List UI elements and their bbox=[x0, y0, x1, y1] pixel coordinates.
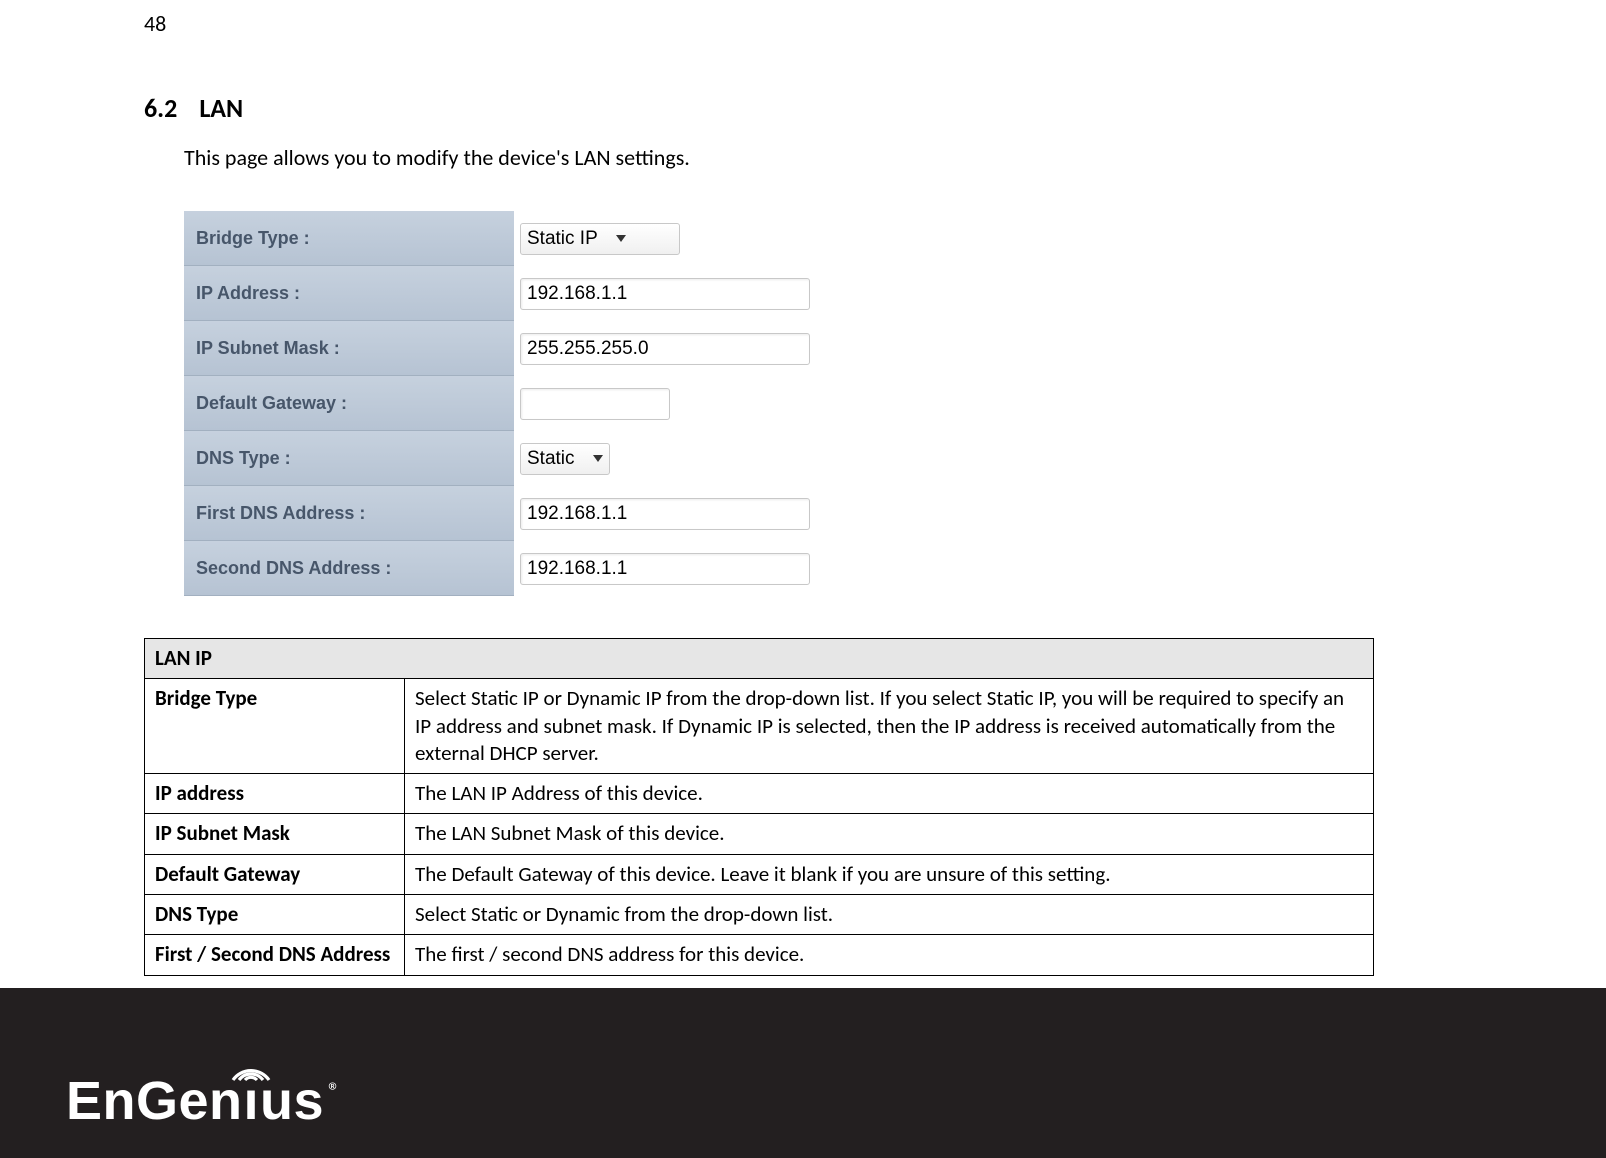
engenius-logo: EnGen ı us ® bbox=[66, 1070, 340, 1132]
row-second-dns: Second DNS Address : bbox=[184, 541, 834, 596]
table-label: IP Subnet Mask bbox=[145, 814, 405, 854]
table-desc: Select Static or Dynamic from the drop-d… bbox=[405, 895, 1374, 935]
table-label: First / Second DNS Address bbox=[145, 935, 405, 975]
label-first-dns: First DNS Address : bbox=[184, 486, 514, 541]
registered-mark: ® bbox=[328, 1077, 340, 1106]
row-subnet-mask: IP Subnet Mask : bbox=[184, 321, 834, 376]
bridge-type-value: Static IP bbox=[527, 228, 598, 250]
label-default-gateway: Default Gateway : bbox=[184, 376, 514, 431]
dns-type-value: Static bbox=[527, 448, 575, 470]
chevron-down-icon bbox=[616, 235, 626, 242]
table-desc: The Default Gateway of this device. Leav… bbox=[405, 854, 1374, 894]
page-footer: EnGen ı us ® bbox=[0, 988, 1606, 1158]
table-row: IP address The LAN IP Address of this de… bbox=[145, 774, 1374, 814]
table-row: First / Second DNS Address The first / s… bbox=[145, 935, 1374, 975]
row-default-gateway: Default Gateway : bbox=[184, 376, 834, 431]
table-header-row: LAN IP bbox=[145, 639, 1374, 679]
label-second-dns: Second DNS Address : bbox=[184, 541, 514, 596]
table-row: Bridge Type Select Static IP or Dynamic … bbox=[145, 679, 1374, 774]
table-desc: Select Static IP or Dynamic IP from the … bbox=[405, 679, 1374, 774]
table-label: Bridge Type bbox=[145, 679, 405, 774]
bridge-type-select[interactable]: Static IP bbox=[520, 223, 680, 255]
table-header: LAN IP bbox=[145, 639, 1374, 679]
section-heading: 6.2 LAN bbox=[144, 92, 1374, 124]
table-label: Default Gateway bbox=[145, 854, 405, 894]
default-gateway-input[interactable] bbox=[520, 388, 670, 420]
second-dns-input[interactable] bbox=[520, 553, 810, 585]
table-label: IP address bbox=[145, 774, 405, 814]
label-subnet-mask: IP Subnet Mask : bbox=[184, 321, 514, 376]
table-row: DNS Type Select Static or Dynamic from t… bbox=[145, 895, 1374, 935]
section-number: 6.2 bbox=[144, 92, 177, 124]
table-row: Default Gateway The Default Gateway of t… bbox=[145, 854, 1374, 894]
label-ip-address: IP Address : bbox=[184, 266, 514, 321]
page-number: 48 bbox=[144, 10, 166, 37]
intro-text: This page allows you to modify the devic… bbox=[144, 144, 1374, 171]
row-bridge-type: Bridge Type : Static IP bbox=[184, 211, 834, 266]
row-dns-type: DNS Type : Static bbox=[184, 431, 834, 486]
subnet-mask-input[interactable] bbox=[520, 333, 810, 365]
first-dns-input[interactable] bbox=[520, 498, 810, 530]
section-title: LAN bbox=[199, 92, 243, 124]
table-desc: The LAN Subnet Mask of this device. bbox=[405, 814, 1374, 854]
label-dns-type: DNS Type : bbox=[184, 431, 514, 486]
ip-address-input[interactable] bbox=[520, 278, 810, 310]
logo-text: EnGen ı us bbox=[66, 1070, 324, 1132]
label-bridge-type: Bridge Type : bbox=[184, 211, 514, 266]
table-row: IP Subnet Mask The LAN Subnet Mask of th… bbox=[145, 814, 1374, 854]
lan-ip-table: LAN IP Bridge Type Select Static IP or D… bbox=[144, 638, 1374, 976]
table-label: DNS Type bbox=[145, 895, 405, 935]
row-first-dns: First DNS Address : bbox=[184, 486, 834, 541]
table-desc: The first / second DNS address for this … bbox=[405, 935, 1374, 975]
page-content: 6.2 LAN This page allows you to modify th… bbox=[144, 92, 1374, 976]
dns-type-select[interactable]: Static bbox=[520, 443, 610, 475]
row-ip-address: IP Address : bbox=[184, 266, 834, 321]
chevron-down-icon bbox=[593, 455, 603, 462]
table-desc: The LAN IP Address of this device. bbox=[405, 774, 1374, 814]
wifi-icon bbox=[230, 1050, 272, 1084]
lan-form: Bridge Type : Static IP IP Address : IP … bbox=[184, 211, 834, 596]
